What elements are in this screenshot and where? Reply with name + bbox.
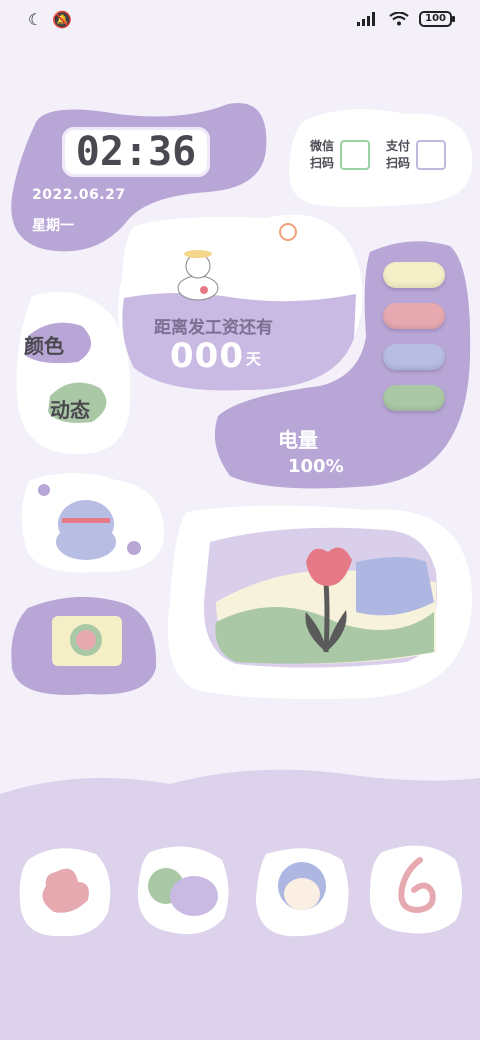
alipay-scan-button[interactable]: 支付 扫码 (386, 138, 447, 172)
camera-widget[interactable] (8, 588, 160, 704)
battery-color-pill-1 (383, 262, 445, 288)
silent-icon: 🔕 (52, 10, 73, 29)
status-bar: ☾ 🔕 100 (0, 0, 480, 40)
dock-app-swirl-icon[interactable] (366, 840, 464, 938)
color-label-1: 颜色 (24, 334, 64, 358)
alipay-scan-label: 支付 扫码 (386, 139, 411, 170)
status-right: 100 (357, 11, 455, 27)
dock-app-heart-icon[interactable] (16, 842, 114, 940)
clock-time: 02:36 (62, 127, 210, 177)
tulip-picture-widget[interactable] (166, 502, 474, 704)
color-widget-bg[interactable] (12, 286, 140, 458)
dock-app-girl-icon[interactable] (252, 842, 352, 938)
clock-date: 2022.06.27 (32, 187, 126, 203)
status-left: ☾ 🔕 (28, 10, 72, 29)
wechat-scan-label: 微信 扫码 (310, 139, 335, 170)
battery-icon: 100 (419, 11, 455, 27)
snowman-widget[interactable] (16, 468, 168, 578)
battery-label: 电量 (278, 428, 318, 452)
dock-app-bubbles-icon[interactable] (134, 840, 232, 938)
battery-color-pill-4 (383, 385, 445, 411)
wechat-scan-button[interactable]: 微信 扫码 (310, 138, 371, 172)
moon-icon: ☾ (28, 10, 43, 29)
wifi-icon (389, 12, 409, 26)
battery-color-pill-3 (383, 344, 445, 370)
battery-color-pill-2 (383, 303, 445, 329)
alipay-qr-icon (416, 140, 447, 170)
color-label-2: 动态 (50, 398, 90, 422)
signal-icon (357, 12, 376, 26)
battery-value: 100% (288, 456, 344, 477)
clock-weekday: 星期一 (32, 218, 74, 234)
wechat-qr-icon (340, 140, 371, 170)
